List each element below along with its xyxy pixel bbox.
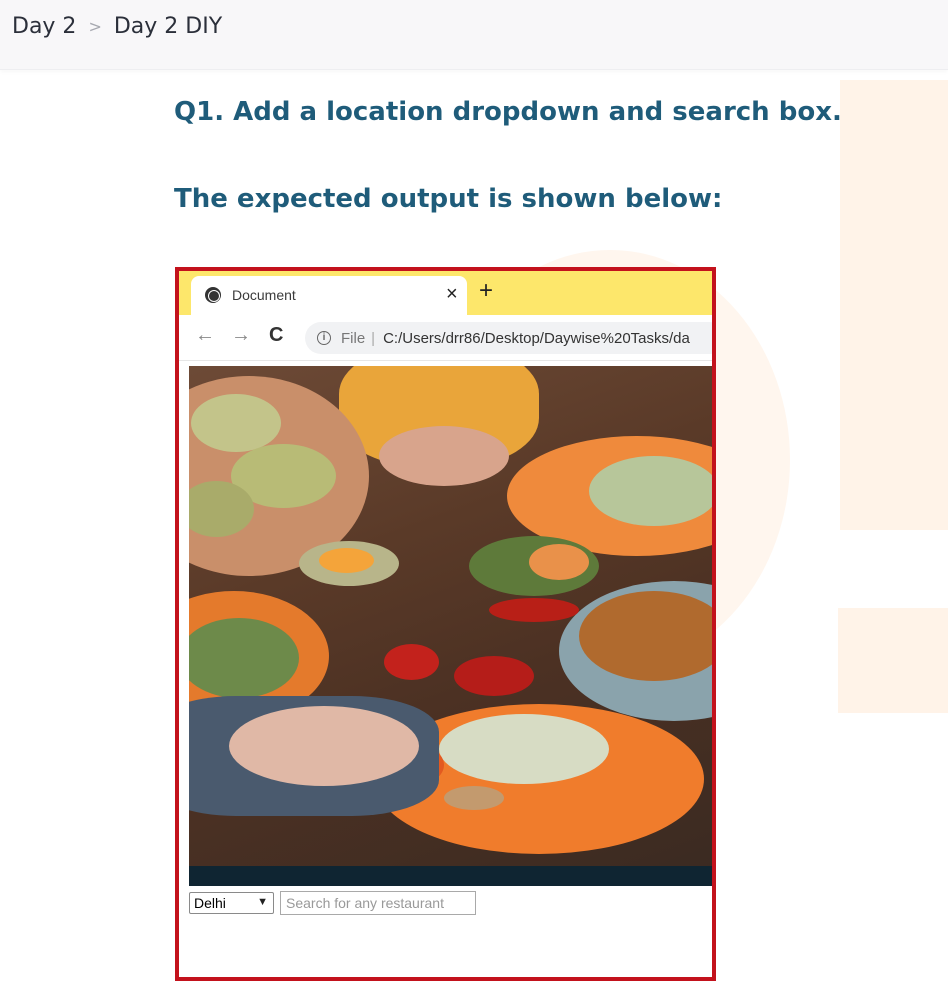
tomato-shape	[454, 656, 534, 696]
salad-shape	[439, 714, 609, 784]
breadcrumb: Day 2 > Day 2 DIY	[12, 10, 222, 42]
egg-shape	[319, 548, 374, 573]
forward-arrow-icon[interactable]: →	[231, 324, 251, 347]
close-icon[interactable]: ×	[446, 283, 458, 306]
search-placeholder: Search for any restaurant	[286, 895, 444, 911]
breadcrumb-bar: Day 2 > Day 2 DIY	[0, 0, 948, 70]
food-image	[189, 366, 712, 886]
reload-icon[interactable]: C	[269, 324, 283, 347]
breadcrumb-separator-icon: >	[88, 16, 102, 36]
tab-title: Document	[232, 287, 296, 303]
url-path: C:/Users/drr86/Desktop/Daywise%20Tasks/d…	[383, 329, 690, 347]
location-dropdown-value: Delhi	[194, 895, 226, 911]
roll-shape	[444, 786, 504, 810]
restaurant-search-input[interactable]: Search for any restaurant	[280, 891, 476, 915]
breadcrumb-item-day-2-diy[interactable]: Day 2 DIY	[114, 14, 222, 39]
info-icon: i	[317, 331, 331, 345]
potato-shape	[191, 394, 281, 452]
back-arrow-icon[interactable]: ←	[195, 324, 215, 347]
expected-output-heading: The expected output is shown below:	[174, 184, 723, 214]
tomato-shape	[384, 644, 439, 680]
new-tab-button[interactable]: +	[479, 277, 493, 305]
salad-shape	[589, 456, 712, 526]
watermark-bar-bottom	[838, 608, 948, 713]
address-bar[interactable]: i File | C:/Users/drr86/Desktop/Daywise%…	[305, 322, 712, 354]
browser-tab[interactable]: Document ×	[191, 276, 467, 315]
hand-shape	[229, 706, 419, 786]
url-scheme: File	[341, 329, 366, 347]
watermark-bar-top	[840, 80, 948, 530]
image-bottom-strip	[189, 866, 712, 886]
globe-icon	[205, 287, 221, 303]
chili-shape	[489, 598, 579, 622]
question-heading: Q1. Add a location dropdown and search b…	[174, 97, 842, 127]
expected-controls: Delhi ▼ Search for any restaurant	[189, 891, 476, 915]
browser-tab-strip: Document × +	[179, 271, 712, 315]
chevron-down-icon: ▼	[257, 896, 268, 908]
browser-address-row: ← → C i File | C:/Users/drr86/Desktop/Da…	[179, 315, 712, 361]
bowl-shape	[529, 544, 589, 580]
location-dropdown[interactable]: Delhi ▼	[189, 892, 274, 914]
expected-output-frame: Document × + ← → C i File | C:/Users/drr…	[175, 267, 716, 981]
hand-shape	[379, 426, 509, 486]
breadcrumb-item-day-2[interactable]: Day 2	[12, 14, 76, 39]
url-separator: |	[371, 329, 376, 347]
